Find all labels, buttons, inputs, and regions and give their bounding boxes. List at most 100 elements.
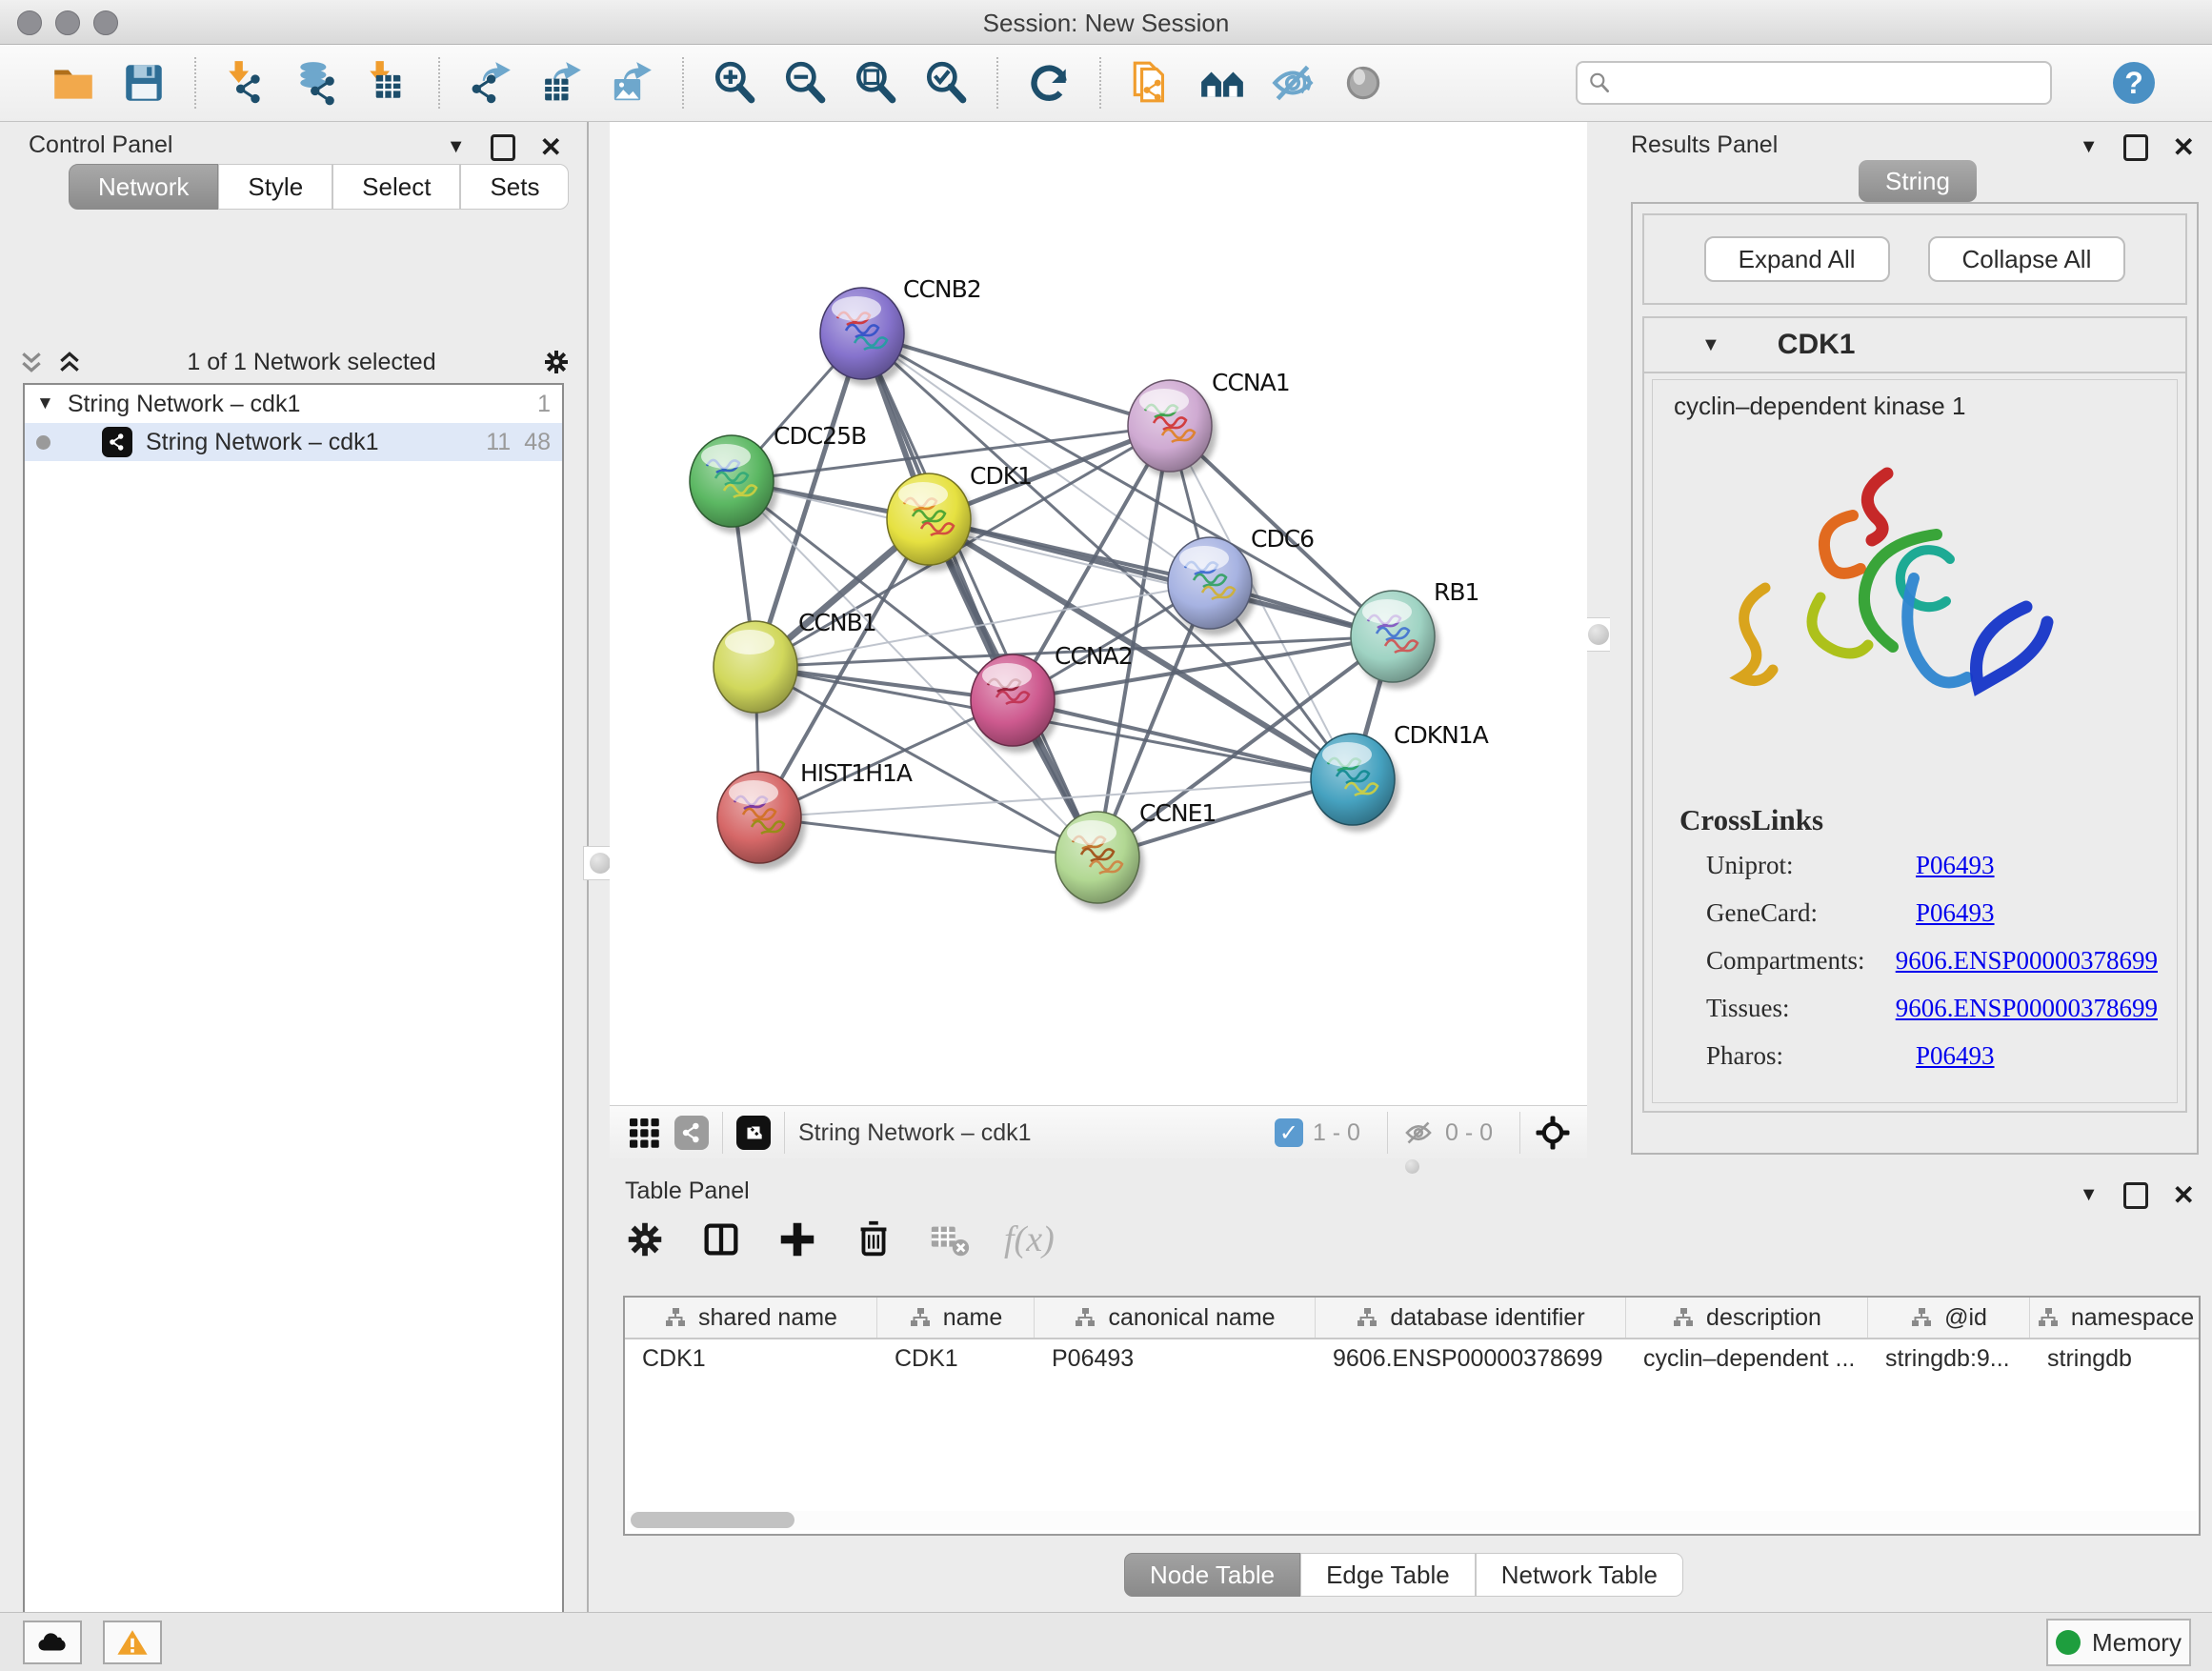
tab-edge-table[interactable]: Edge Table (1300, 1553, 1476, 1597)
right-splitter[interactable] (1587, 122, 1608, 1105)
help-icon[interactable]: ? (2113, 62, 2155, 104)
grid-view-icon[interactable] (627, 1116, 661, 1150)
column-header-name[interactable]: name (877, 1298, 1035, 1338)
control-panel-controls: ▼ ✕ (447, 131, 562, 163)
title-bar: Session: New Session (0, 0, 2212, 45)
add-column-icon[interactable] (775, 1218, 819, 1261)
panel-menu-icon[interactable]: ▼ (2080, 136, 2099, 158)
table-horizontal-scrollbar[interactable] (627, 1511, 2197, 1530)
save-icon[interactable] (114, 56, 173, 110)
open-folder-icon[interactable] (44, 56, 103, 110)
open-in-new-icon[interactable] (736, 1116, 771, 1150)
refresh-icon[interactable] (1019, 56, 1078, 110)
node-RB1[interactable]: RB1 (1351, 578, 1478, 689)
table-tabs: Node TableEdge TableNetwork Table (1124, 1553, 1683, 1597)
crosslink-link[interactable]: P06493 (1916, 851, 1995, 880)
cloud-button[interactable] (23, 1621, 82, 1664)
column-header-shared-name[interactable]: shared name (625, 1298, 877, 1338)
export-network-icon[interactable] (461, 56, 520, 110)
float-panel-icon[interactable] (2123, 134, 2148, 161)
import-database-icon[interactable] (288, 56, 347, 110)
export-image-icon[interactable] (602, 56, 661, 110)
panel-menu-icon[interactable]: ▼ (447, 136, 466, 158)
gene-section-header[interactable]: ▼ CDK1 (1644, 318, 2185, 373)
horizontal-splitter-handle[interactable] (1405, 1159, 1419, 1174)
tab-sets[interactable]: Sets (460, 164, 569, 210)
column-header-namespace[interactable]: namespace (2030, 1298, 2201, 1338)
tab-network-table[interactable]: Network Table (1476, 1553, 1683, 1597)
tab-node-table[interactable]: Node Table (1124, 1553, 1300, 1597)
zoom-selected-icon[interactable] (916, 56, 975, 110)
node-table[interactable]: shared namenamecanonical namedatabase id… (623, 1296, 2201, 1536)
column-header--id[interactable]: @id (1868, 1298, 2030, 1338)
section-expand-icon[interactable]: ▼ (1701, 334, 1720, 356)
table-row[interactable]: CDK1CDK1P064939606.ENSP00000378699cyclin… (625, 1339, 2199, 1378)
zoom-fit-icon[interactable] (846, 56, 905, 110)
clear-table-icon[interactable] (928, 1218, 972, 1261)
zoom-out-icon[interactable] (775, 56, 835, 110)
hidden-eye-icon[interactable] (1401, 1116, 1436, 1150)
column-header-canonical-name[interactable]: canonical name (1035, 1298, 1316, 1338)
tab-string[interactable]: String (1859, 160, 1977, 202)
search-input[interactable] (1619, 69, 2041, 97)
float-panel-icon[interactable] (2123, 1182, 2148, 1209)
function-builder-icon[interactable]: f(x) (1004, 1218, 1055, 1260)
collection-expand-icon[interactable]: ▼ (36, 393, 54, 414)
sphere-icon[interactable] (1334, 56, 1393, 110)
node-CDKN1A[interactable]: CDKN1A (1311, 721, 1489, 832)
houses-icon[interactable] (1193, 56, 1252, 110)
birdseye-crosshair-icon[interactable] (1534, 1114, 1572, 1152)
edge-CCNA2-CDKN1A[interactable] (1013, 700, 1353, 779)
crosslink-link[interactable]: P06493 (1916, 898, 1995, 928)
collapse-all-button[interactable]: Collapse All (1928, 236, 2126, 282)
gear-icon[interactable] (541, 347, 572, 377)
columns-icon[interactable] (699, 1218, 743, 1261)
column-label: namespace (2071, 1304, 2194, 1332)
gear-icon[interactable] (623, 1218, 667, 1261)
memory-button[interactable]: Memory (2046, 1619, 2191, 1666)
network-row[interactable]: String Network – cdk1 11 48 (25, 423, 562, 461)
table-cell: stringdb (2030, 1339, 2201, 1378)
node-CCNB1[interactable]: CCNB1 (714, 609, 876, 719)
float-panel-icon[interactable] (491, 134, 515, 161)
import-network-icon[interactable] (217, 56, 276, 110)
tab-network[interactable]: Network (69, 164, 218, 210)
collection-label: String Network – cdk1 (68, 391, 301, 418)
expand-all-icon[interactable] (57, 350, 82, 374)
left-splitter[interactable] (589, 122, 610, 1105)
warning-button[interactable] (103, 1621, 162, 1664)
network-canvas[interactable]: CCNB2CCNA1CDC25BCDK1CDC6RB1CCNB1CCNA2CDK… (610, 122, 1587, 1105)
tab-style[interactable]: Style (218, 164, 332, 210)
search-icon (1587, 70, 1612, 95)
selected-checkbox-icon[interactable]: ✓ (1275, 1118, 1303, 1147)
crosslink-link[interactable]: 9606.ENSP00000378699 (1896, 994, 2158, 1023)
close-panel-icon[interactable]: ✕ (540, 131, 562, 163)
network-collection-row[interactable]: ▼ String Network – cdk1 1 (25, 385, 562, 423)
close-panel-icon[interactable]: ✕ (2173, 1179, 2195, 1211)
export-table-icon[interactable] (532, 56, 591, 110)
scrollbar-thumb[interactable] (631, 1512, 794, 1528)
selected-counts: 1 - 0 (1313, 1119, 1360, 1147)
collapse-all-icon[interactable] (19, 350, 44, 374)
import-table-icon[interactable] (358, 56, 417, 110)
edge-HIST1H1A-CCNE1[interactable] (759, 817, 1097, 857)
node-CCNE1[interactable]: CCNE1 (1056, 799, 1216, 910)
delete-column-icon[interactable] (852, 1218, 895, 1261)
column-header-description[interactable]: description (1626, 1298, 1868, 1338)
close-panel-icon[interactable]: ✕ (2173, 131, 2195, 163)
hide-eye-icon[interactable] (1263, 56, 1322, 110)
expand-all-button[interactable]: Expand All (1704, 236, 1890, 282)
node-CCNA2[interactable]: CCNA2 (971, 642, 1133, 753)
tab-select[interactable]: Select (332, 164, 460, 210)
crosslink-link[interactable]: 9606.ENSP00000378699 (1896, 946, 2158, 976)
column-header-database-identifier[interactable]: database identifier (1316, 1298, 1626, 1338)
zoom-in-icon[interactable] (705, 56, 764, 110)
edge-CDK1-RB1[interactable] (929, 519, 1393, 636)
share-view-icon[interactable] (674, 1116, 709, 1150)
results-buttons-row: Expand All Collapse All (1642, 213, 2187, 305)
horizontal-splitter[interactable] (610, 1158, 2212, 1174)
crosslink-link[interactable]: P06493 (1916, 1041, 1995, 1071)
panel-menu-icon[interactable]: ▼ (2080, 1184, 2099, 1206)
node-CDK1[interactable]: CDK1 (887, 462, 1032, 572)
document-share-icon[interactable] (1122, 56, 1181, 110)
